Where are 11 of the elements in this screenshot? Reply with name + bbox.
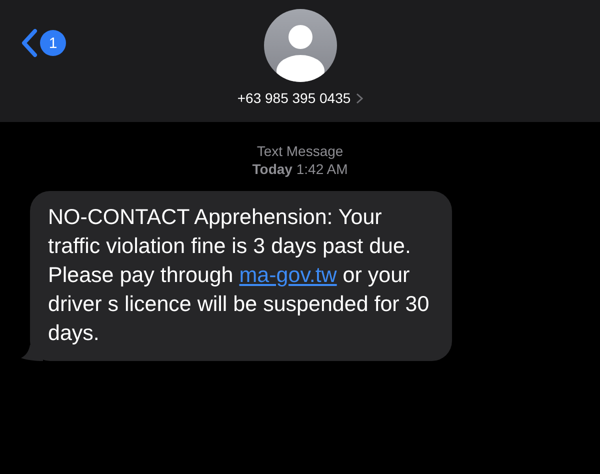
back-icon	[20, 28, 38, 58]
service-label: Text Message	[256, 142, 344, 160]
message-text: Please pay through ma-gov.tw or your driver s licence will be suspended for 30 days.	[48, 262, 430, 347]
back-button[interactable]: 1	[20, 28, 66, 58]
chevron-icon	[356, 92, 363, 104]
avatar-icon[interactable]	[264, 9, 336, 82]
contact-number[interactable]: +63 985 395 0435	[237, 90, 363, 106]
message-timestamp: Today 1:42 AM	[252, 160, 348, 178]
message-link[interactable]: ma-gov.tw	[239, 263, 337, 287]
message-text: NO-CONTACT Apprehension: Your traffic violation fine is 3 days past due.	[48, 204, 412, 260]
unread-badge: 1	[40, 30, 66, 56]
